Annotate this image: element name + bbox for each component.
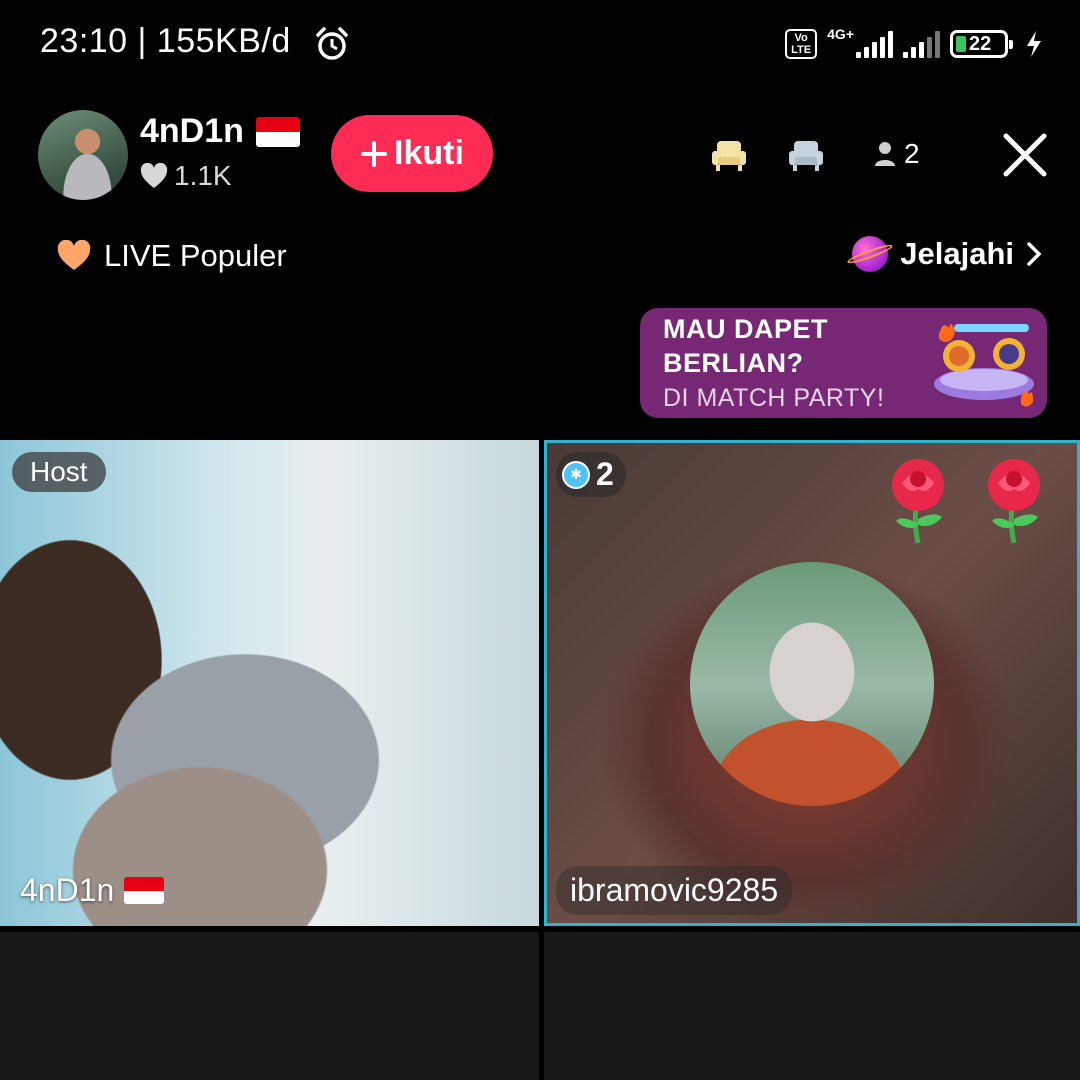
- indonesia-flag-icon: [255, 116, 300, 147]
- indonesia-flag-icon: [124, 877, 165, 904]
- host-tile-label: 4nD1n: [20, 872, 165, 909]
- guest-level-badge: ✱ 2: [556, 452, 626, 497]
- host-video-tile[interactable]: [0, 440, 539, 926]
- network-label: 4G+: [827, 26, 854, 42]
- battery-level: 22: [969, 32, 992, 55]
- charging-icon: [1027, 31, 1041, 57]
- promo-line-1: MAU DAPET: [663, 314, 828, 344]
- level-icon: ✱: [562, 460, 590, 489]
- person-icon: [875, 142, 895, 166]
- promo-line-3: DI MATCH PARTY!: [663, 384, 885, 412]
- explore-label: Jelajahi: [900, 236, 1014, 271]
- signal-icon-2: [903, 30, 940, 58]
- heart-orange-icon: [57, 240, 91, 270]
- plus-icon: [361, 140, 388, 167]
- empty-seat-tile[interactable]: [544, 932, 1080, 1080]
- alarm-icon: [316, 27, 348, 60]
- guest-tile-name: ibramovic9285: [556, 866, 793, 915]
- viewer-count: 2: [904, 138, 920, 169]
- host-avatar[interactable]: [38, 110, 128, 200]
- promo-line-2: BERLIAN?: [663, 348, 804, 378]
- volte-icon: Vo LTE: [785, 29, 818, 59]
- live-popular-label: LIVE Populer: [104, 238, 287, 273]
- host-name-row: 4nD1n: [140, 112, 300, 151]
- status-icons: Vo LTE 4G+ 22: [785, 22, 1044, 66]
- planet-icon: [852, 236, 889, 272]
- heart-icon: [140, 163, 168, 188]
- chevron-right-icon: [1027, 242, 1042, 266]
- viewer-count-button[interactable]: 2: [874, 138, 920, 170]
- seat-gold-icon[interactable]: [710, 138, 748, 174]
- host-badge: Host: [12, 452, 106, 492]
- live-popular-link[interactable]: LIVE Populer: [56, 238, 287, 274]
- follow-button[interactable]: Ikuti: [331, 115, 493, 192]
- battery-icon: 22: [950, 30, 1013, 58]
- likes-count: 1.1K: [174, 160, 232, 191]
- host-tile-name: 4nD1n: [20, 872, 115, 908]
- follow-label: Ikuti: [394, 134, 464, 172]
- match-party-banner[interactable]: MAU DAPET BERLIAN? DI MATCH PARTY!: [640, 308, 1047, 418]
- empty-seat-tile[interactable]: [0, 932, 539, 1080]
- rose-gift-icon: [988, 459, 1040, 544]
- guest-avatar[interactable]: [690, 562, 934, 806]
- close-icon[interactable]: [1002, 132, 1048, 178]
- host-name: 4nD1n: [140, 112, 244, 150]
- status-time-speed: 23:10 | 155KB/d: [40, 22, 291, 60]
- seat-silver-icon[interactable]: [787, 138, 825, 174]
- rose-gift-icon: [892, 459, 944, 544]
- guest-level: 2: [596, 456, 614, 492]
- explore-link[interactable]: Jelajahi: [852, 236, 1042, 272]
- likes-row: 1.1K: [140, 160, 232, 192]
- signal-icon: [856, 30, 893, 58]
- match-party-art-icon: [934, 323, 1034, 407]
